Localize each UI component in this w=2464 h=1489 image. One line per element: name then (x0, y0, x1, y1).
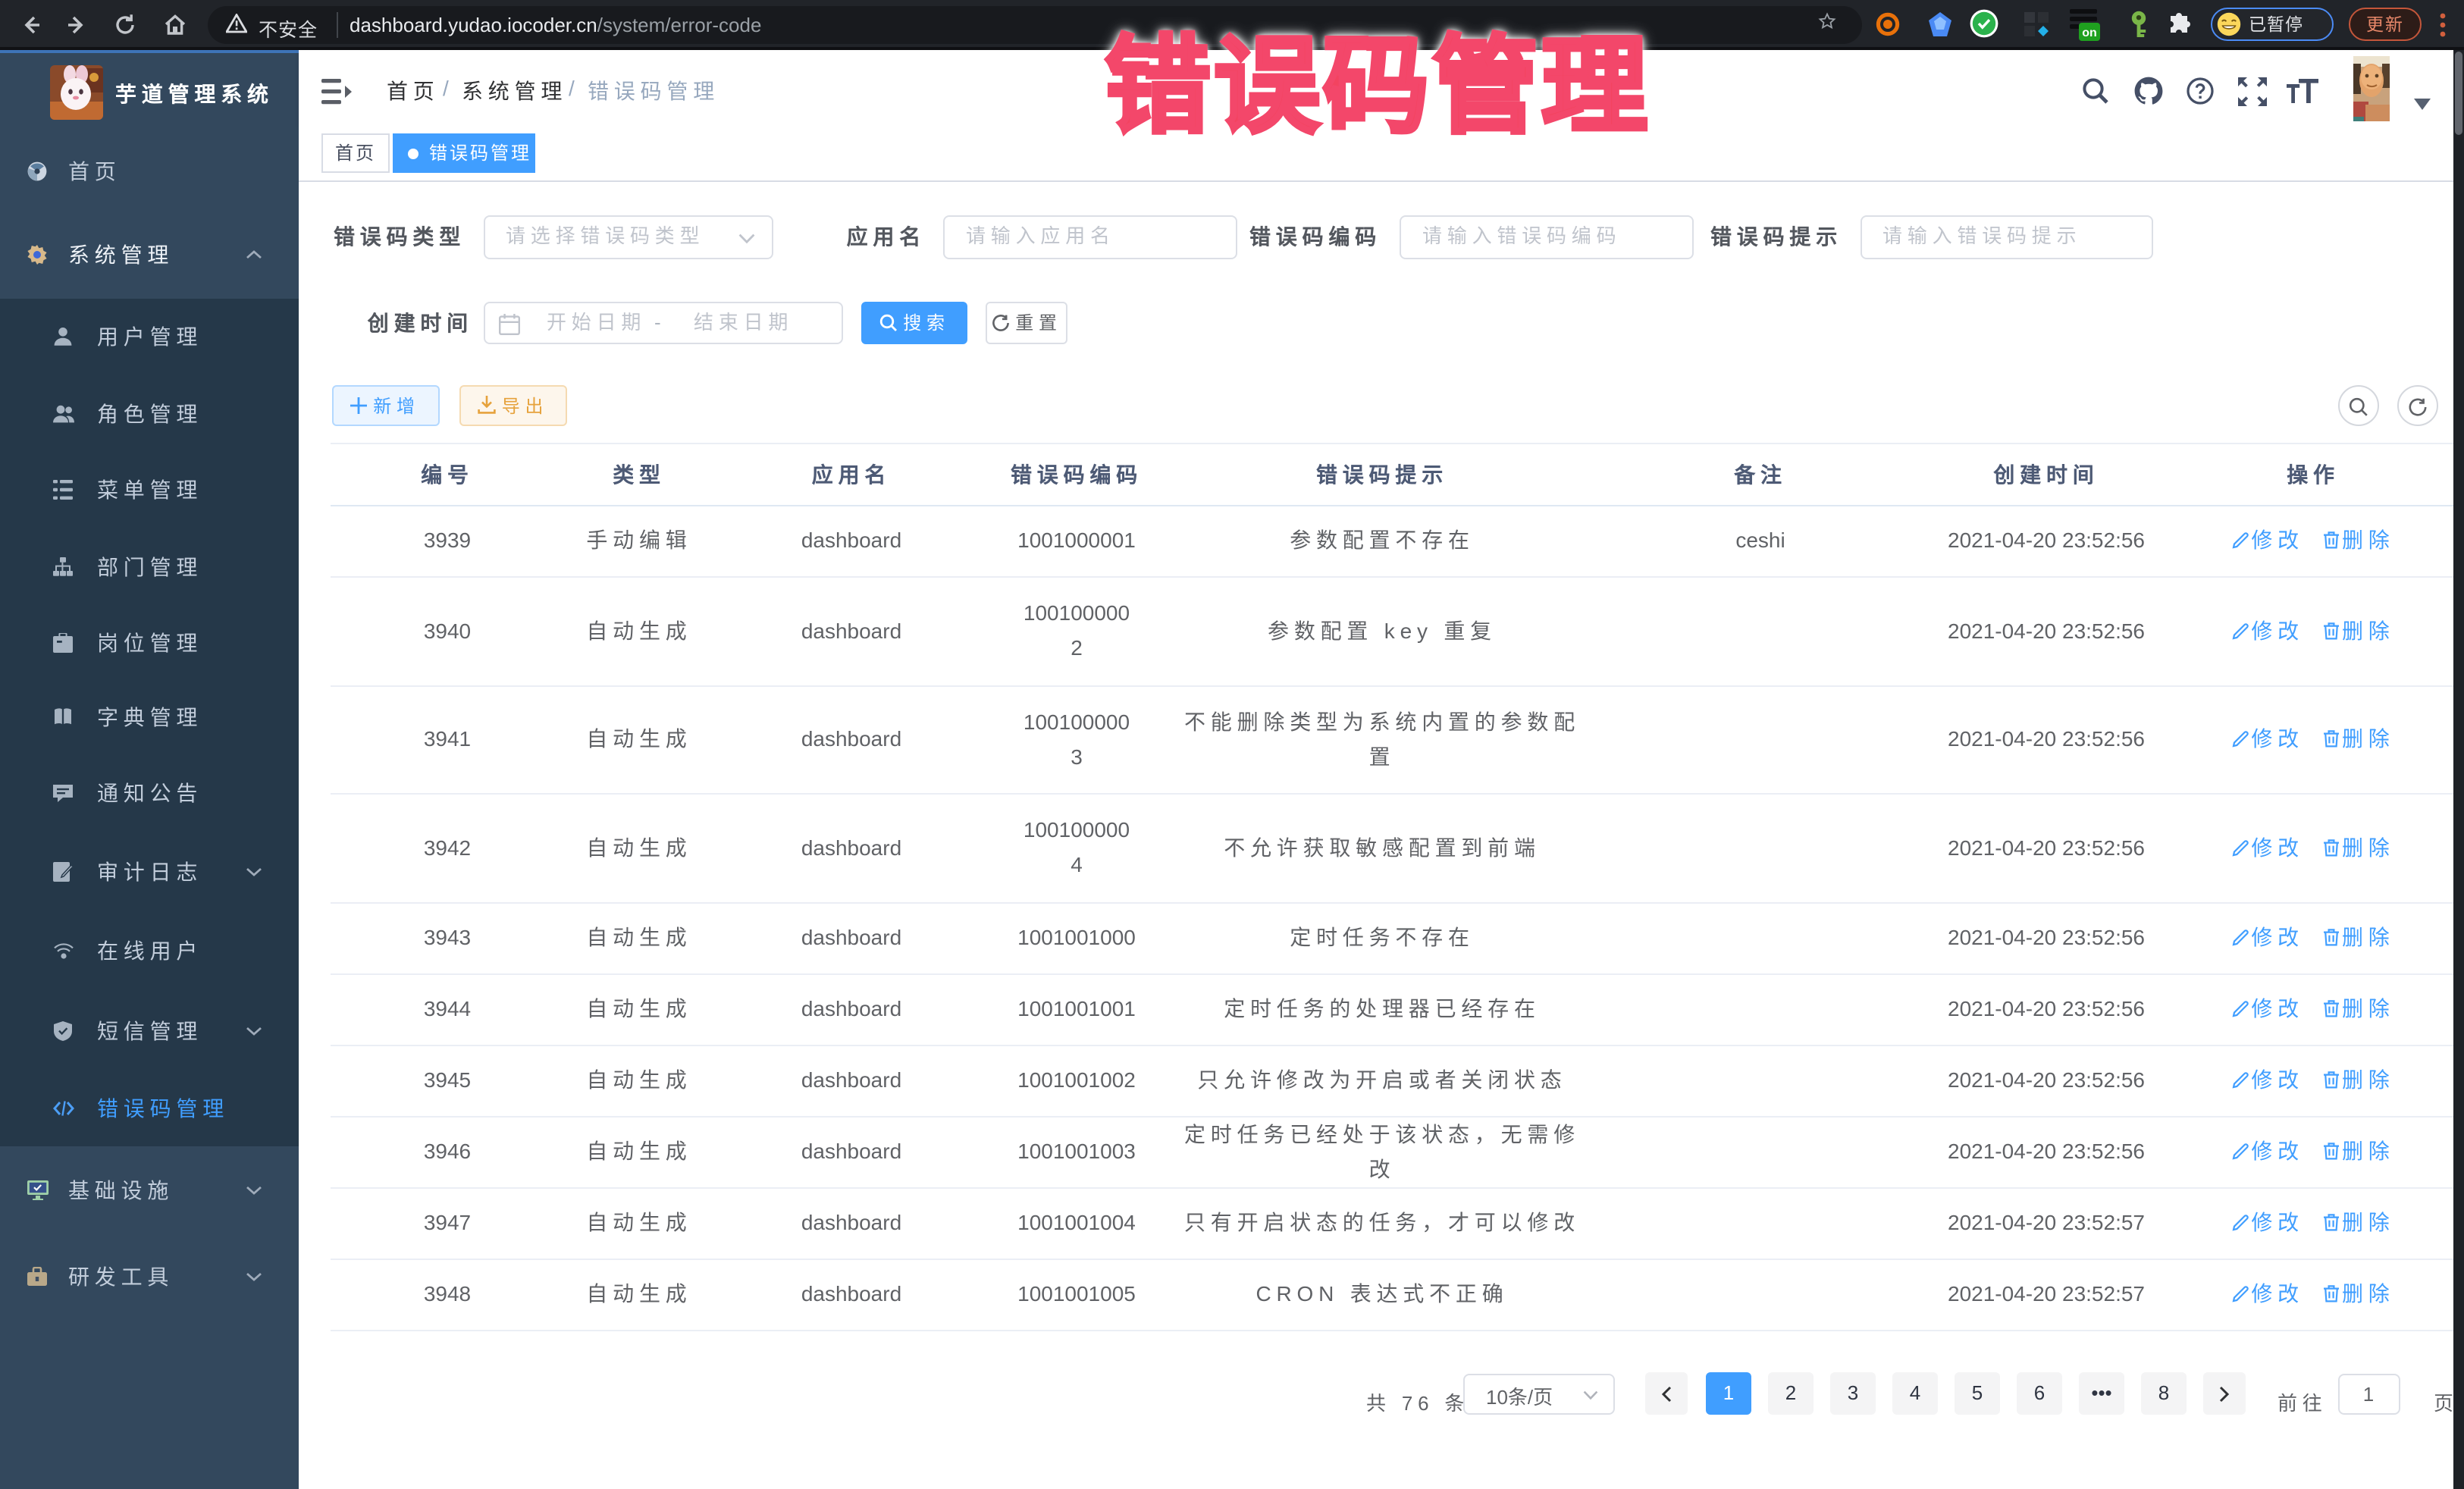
svg-text:on: on (2082, 27, 2097, 39)
